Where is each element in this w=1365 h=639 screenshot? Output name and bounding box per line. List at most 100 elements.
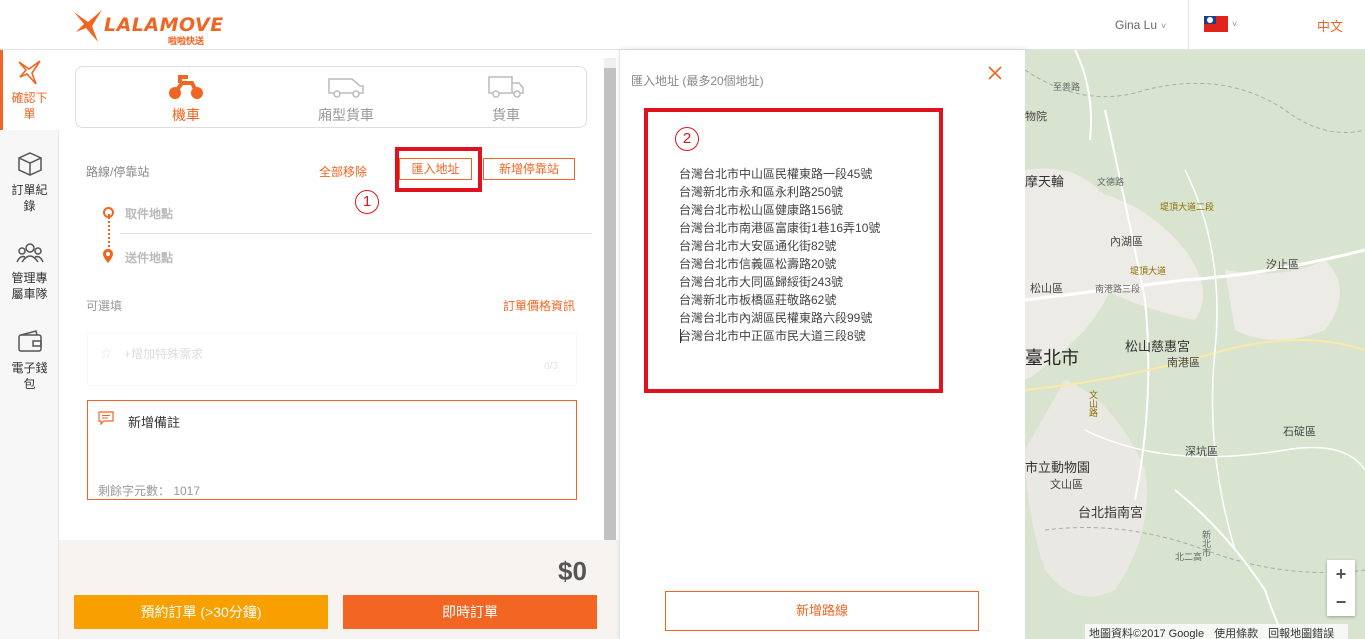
address-line: 台灣台北市南港區富康街1巷16弄10號 — [679, 221, 881, 235]
order-price: $0 — [558, 556, 587, 586]
add-route-button[interactable]: 新增路線 — [665, 591, 979, 631]
map-label: 松山區 — [1030, 283, 1063, 295]
address-line: 台灣台北市大同區歸綏街243號 — [679, 275, 844, 289]
user-name: Gina Lu — [1115, 18, 1158, 32]
map-label: 堤頂大道 — [1130, 266, 1167, 276]
lalamove-logo[interactable]: LALAMOVE 啦啦快送 — [72, 8, 232, 46]
schedule-order-button[interactable]: 預約訂單 (>30分鐘) — [74, 595, 328, 629]
address-line: 台灣台北市中山區民權東路一段45號 — [679, 167, 873, 181]
logo-text: LALAMOVE — [104, 14, 224, 36]
text-cursor — [680, 329, 681, 343]
address-line: 台灣新北市板橋區莊敬路62號 — [679, 293, 837, 307]
zoom-out-button[interactable]: − — [1327, 588, 1355, 616]
vehicle-label: 廂型貨車 — [318, 107, 374, 123]
pickup-location-input[interactable]: 取件地點 — [125, 205, 173, 222]
map-label: 物院 — [1025, 111, 1047, 123]
map-label: 內湖區 — [1110, 236, 1143, 248]
star-icon: ☆ — [100, 345, 113, 361]
scrollbar-thumb[interactable] — [604, 68, 616, 540]
map-label: 台北指南宮 — [1078, 505, 1144, 520]
top-bar: LALAMOVE 啦啦快送 Gina Lu ˅ ˅ 中文 — [0, 0, 1365, 50]
vehicle-label: 機車 — [172, 107, 200, 123]
remove-all-button[interactable]: 全部移除 — [319, 163, 367, 180]
box-icon — [17, 152, 42, 176]
sidebar: 確認下單 訂單紀錄 管理專屬車隊 電子錢包 — [0, 50, 59, 639]
special-request-label: +增加特殊需求 — [124, 347, 204, 361]
sidebar-item-label: 確認下單 — [11, 91, 48, 121]
sidebar-item-fleet[interactable]: 管理專屬車隊 — [0, 230, 59, 310]
map-label: 臺北市 — [1025, 348, 1079, 368]
sidebar-item-wallet[interactable]: 電子錢包 — [0, 320, 59, 400]
annotation-number-1: 1 — [355, 190, 379, 214]
sidebar-item-order-history[interactable]: 訂單紀錄 — [0, 142, 59, 222]
vehicle-selector: 機車 廂型貨車 貨車 — [75, 66, 587, 128]
user-menu[interactable]: Gina Lu ˅ — [1115, 18, 1166, 32]
address-line: 台灣台北市內湖區民權東路六段99號 — [679, 311, 873, 325]
address-line: 台灣台北市松山區健康路156號 — [679, 203, 844, 217]
map-label: 市立動物園 — [1025, 460, 1091, 475]
address-line: 台灣新北市永和區永利路250號 — [679, 185, 844, 199]
import-panel-title: 匯入地址 (最多20個地址) — [631, 74, 764, 88]
vehicle-motorcycle[interactable]: 機車 — [131, 73, 241, 125]
map-label: 文德路 — [1097, 177, 1125, 187]
map-label: 文山路 — [1088, 390, 1098, 417]
terms-link[interactable]: 使用條款 — [1214, 628, 1258, 639]
map-label: 文山區 — [1050, 479, 1083, 491]
header-divider — [1188, 0, 1189, 50]
map-label: 堤頂大道二段 — [1160, 202, 1215, 212]
map-label: 南港區 — [1167, 357, 1200, 369]
language-switch[interactable]: 中文 — [1317, 16, 1343, 35]
close-icon[interactable] — [985, 63, 1005, 83]
special-request-count: 0/3 — [544, 361, 558, 372]
address-line: 台灣台北市大安區通化街82號 — [679, 239, 837, 253]
map-label: 南港路三段 — [1095, 284, 1141, 294]
sidebar-item-label: 訂單紀錄 — [11, 183, 48, 213]
add-stop-button[interactable]: 新增停靠站 — [483, 158, 575, 180]
dropoff-location-input[interactable]: 送件地點 — [125, 249, 173, 266]
route-section-label: 路線/停靠站 — [86, 165, 150, 179]
note-field[interactable]: 新增備註 剩餘字元數： 1017 — [87, 400, 577, 500]
map-data-credit: 地圖資料©2017 Google — [1089, 628, 1205, 639]
chevron-down-icon: ˅ — [1161, 21, 1167, 31]
route-connector — [108, 214, 110, 254]
special-request-field[interactable]: ☆ +增加特殊需求 0/3 — [87, 332, 577, 386]
address-line: 台灣台北市中正區市民大道三段8號 — [679, 329, 866, 343]
note-char-count: 剩餘字元數： 1017 — [98, 484, 201, 498]
vehicle-van[interactable]: 廂型貨車 — [291, 73, 401, 125]
zoom-in-button[interactable]: + — [1327, 560, 1355, 588]
price-info-link[interactable]: 訂單價格資訊 — [503, 297, 575, 314]
optional-label: 可選填 — [86, 299, 123, 313]
logo-subtext: 啦啦快送 — [168, 36, 205, 46]
address-line: 台灣台北市信義區松壽路20號 — [679, 257, 837, 271]
van-icon — [328, 78, 364, 98]
map-label: 石碇區 — [1283, 426, 1316, 438]
sidebar-item-place-order[interactable]: 確認下單 — [0, 50, 59, 130]
sidebar-item-label: 管理專屬車隊 — [11, 271, 48, 301]
map[interactable]: 物院 摩天輪 文德路 內湖區 汐止區 堤頂大道 南港路三段 松山區 松山慈惠宮 … — [1025, 50, 1365, 639]
taiwan-flag-icon — [1204, 16, 1228, 32]
comment-icon — [98, 411, 114, 425]
map-zoom-control: + − — [1327, 560, 1355, 616]
map-label: 北二高 — [1175, 552, 1203, 562]
note-label: 新增備註 — [128, 415, 181, 430]
vehicle-label: 貨車 — [492, 107, 520, 123]
map-label: 松山慈惠宮 — [1125, 339, 1191, 354]
stop-divider — [120, 233, 592, 234]
map-attribution: 地圖資料©2017 Google 使用條款 回報地圖錯誤 — [1085, 624, 1349, 639]
team-icon — [15, 243, 44, 263]
vehicle-truck[interactable]: 貨車 — [451, 73, 561, 125]
annotation-highlight-1 — [395, 147, 482, 192]
instant-order-button[interactable]: 即時訂單 — [343, 595, 597, 629]
map-label: 至善路 — [1053, 82, 1081, 92]
map-label: 摩天輪 — [1025, 174, 1065, 189]
address-textarea[interactable]: 台灣台北市中山區民權東路一段45號 台灣新北市永和區永利路250號 台灣台北市松… — [679, 165, 880, 345]
map-label: 深坑區 — [1185, 446, 1218, 458]
sidebar-item-label: 電子錢包 — [11, 361, 48, 391]
location-pin-icon — [103, 249, 113, 263]
report-error-link[interactable]: 回報地圖錯誤 — [1268, 628, 1334, 639]
annotation-number-2: 2 — [675, 127, 699, 151]
bird-logo-icon — [74, 10, 102, 42]
country-selector[interactable]: ˅ — [1204, 16, 1237, 32]
motorcycle-icon — [169, 75, 203, 99]
chevron-down-icon: ˅ — [1232, 19, 1238, 29]
